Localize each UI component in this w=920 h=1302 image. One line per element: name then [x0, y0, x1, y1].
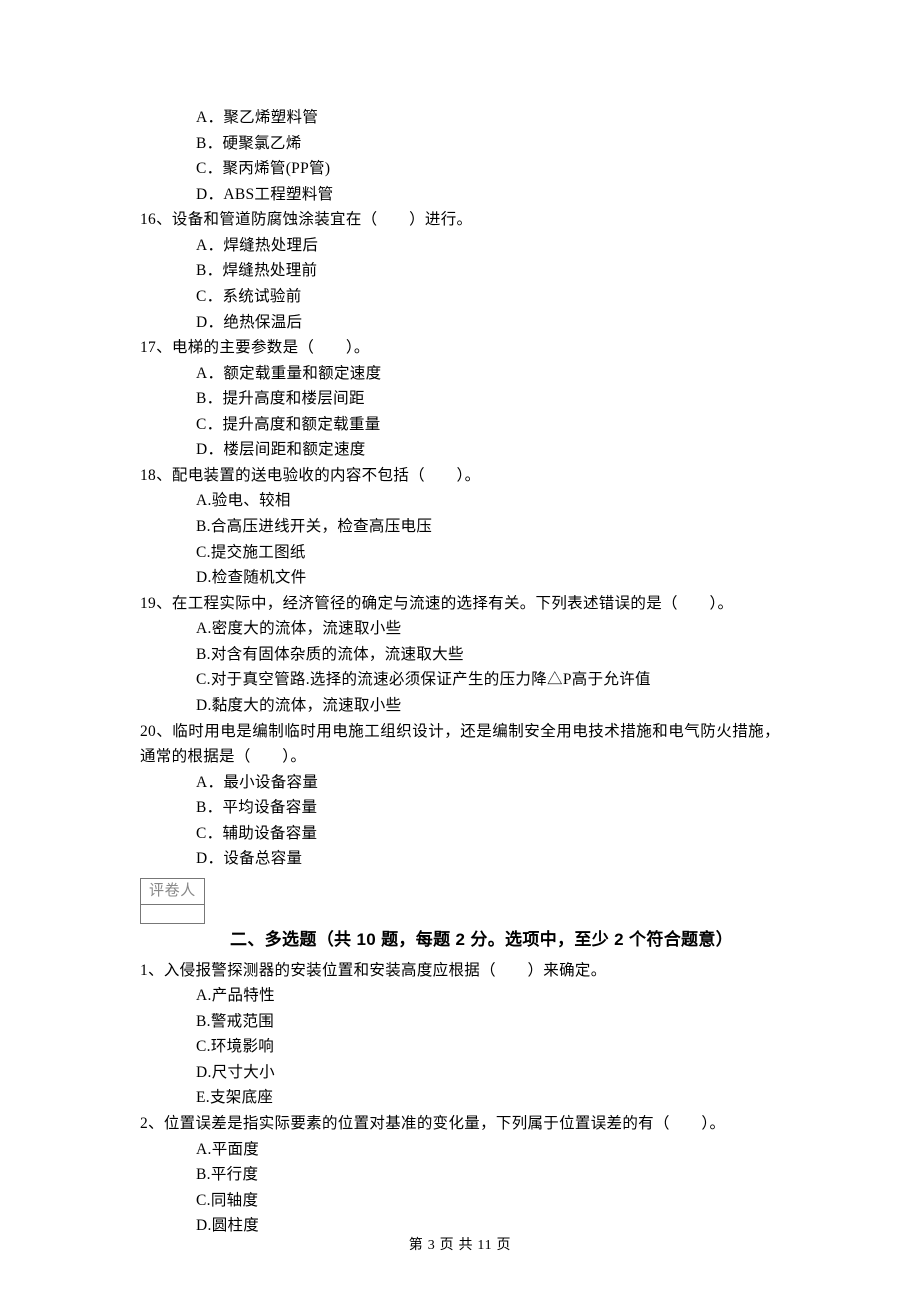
multi-question-2-option: B.平行度 — [140, 1162, 780, 1188]
question-19-option: C.对于真空管路.选择的流速必须保证产生的压力降△P高于允许值 — [140, 667, 780, 693]
prev-question-option: C．聚丙烯管(PP管) — [140, 156, 780, 182]
grader-blank — [141, 905, 204, 923]
question-17-option: D．楼层间距和额定速度 — [140, 437, 780, 463]
multi-question-1-option: A.产品特性 — [140, 983, 780, 1009]
multi-question-1-option: D.尺寸大小 — [140, 1060, 780, 1086]
section-2-title: 二、多选题（共 10 题，每题 2 分。选项中，至少 2 个符合题意） — [140, 926, 780, 954]
question-16-option: A．焊缝热处理后 — [140, 233, 780, 259]
question-17-stem: 17、电梯的主要参数是（ ）。 — [140, 335, 780, 361]
grader-label: 评卷人 — [141, 879, 204, 905]
question-16-option: C．系统试验前 — [140, 284, 780, 310]
page-footer: 第 3 页 共 11 页 — [0, 1234, 920, 1257]
question-18-stem: 18、配电装置的送电验收的内容不包括（ ）。 — [140, 463, 780, 489]
grader-box-wrap: 评卷人 — [140, 878, 780, 924]
question-20-option: B．平均设备容量 — [140, 795, 780, 821]
multi-question-2-option: C.同轴度 — [140, 1188, 780, 1214]
question-17-option: C．提升高度和额定载重量 — [140, 412, 780, 438]
question-18-option: D.检查随机文件 — [140, 565, 780, 591]
question-18-option: B.合高压进线开关，检查高压电压 — [140, 514, 780, 540]
page-container: A．聚乙烯塑料管 B．硬聚氯乙烯 C．聚丙烯管(PP管) D．ABS工程塑料管 … — [0, 0, 920, 1302]
question-18-option: A.验电、较相 — [140, 488, 780, 514]
multi-question-1-option: E.支架底座 — [140, 1085, 780, 1111]
grader-box: 评卷人 — [140, 878, 205, 924]
question-20-option: A．最小设备容量 — [140, 770, 780, 796]
prev-question-option: B．硬聚氯乙烯 — [140, 131, 780, 157]
question-20-option: C．辅助设备容量 — [140, 821, 780, 847]
question-17-option: A．额定载重量和额定速度 — [140, 361, 780, 387]
question-17-option: B．提升高度和楼层间距 — [140, 386, 780, 412]
multi-question-1-stem: 1、入侵报警探测器的安装位置和安装高度应根据（ ）来确定。 — [140, 958, 780, 984]
question-16-stem: 16、设备和管道防腐蚀涂装宜在（ ）进行。 — [140, 207, 780, 233]
question-16-option: D．绝热保温后 — [140, 310, 780, 336]
question-19-option: B.对含有固体杂质的流体，流速取大些 — [140, 642, 780, 668]
question-19-stem: 19、在工程实际中，经济管径的确定与流速的选择有关。下列表述错误的是（ ）。 — [140, 591, 780, 617]
question-20-option: D．设备总容量 — [140, 846, 780, 872]
prev-question-option: A．聚乙烯塑料管 — [140, 105, 780, 131]
multi-question-1-option: C.环境影响 — [140, 1034, 780, 1060]
prev-question-option: D．ABS工程塑料管 — [140, 182, 780, 208]
multi-question-2-option: A.平面度 — [140, 1137, 780, 1163]
question-19-option: A.密度大的流体，流速取小些 — [140, 616, 780, 642]
multi-question-1-option: B.警戒范围 — [140, 1009, 780, 1035]
question-16-option: B．焊缝热处理前 — [140, 258, 780, 284]
question-20-stem: 20、临时用电是编制临时用电施工组织设计，还是编制安全用电技术措施和电气防火措施… — [140, 719, 780, 770]
question-19-option: D.黏度大的流体，流速取小些 — [140, 693, 780, 719]
question-18-option: C.提交施工图纸 — [140, 540, 780, 566]
multi-question-2-stem: 2、位置误差是指实际要素的位置对基准的变化量，下列属于位置误差的有（ ）。 — [140, 1111, 780, 1137]
